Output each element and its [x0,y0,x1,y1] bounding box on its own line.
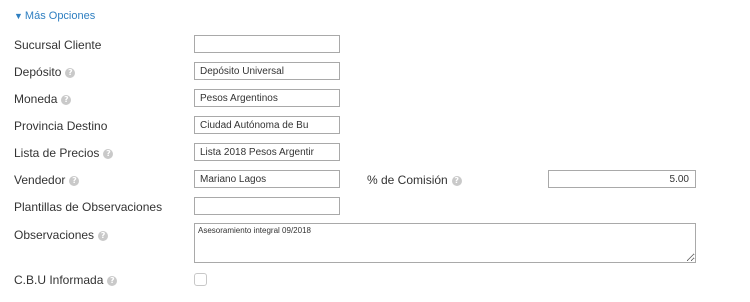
provincia-destino-label: Provincia Destino [14,119,108,133]
cbu-informada-label: C.B.U Informada? [14,273,118,287]
row-deposito: Depósito? [0,62,750,84]
help-icon[interactable]: ? [107,275,118,286]
row-observaciones: Observaciones? Asesoramiento integral 09… [0,223,750,265]
cbu-informada-checkbox[interactable] [194,273,207,286]
help-icon[interactable]: ? [65,67,76,78]
sucursal-cliente-input[interactable] [194,35,340,53]
row-lista-precios: Lista de Precios? [0,143,750,165]
deposito-label: Depósito? [14,65,76,79]
row-cbu-informada: C.B.U Informada? [0,270,750,292]
row-plantillas-observaciones: Plantillas de Observaciones [0,197,750,219]
row-provincia-destino: Provincia Destino [0,116,750,138]
sucursal-cliente-label: Sucursal Cliente [14,38,102,52]
help-icon[interactable]: ? [61,94,72,105]
provincia-destino-input[interactable] [194,116,340,134]
moneda-input[interactable] [194,89,340,107]
comision-label: % de Comisión? [367,173,462,187]
more-options-label: Más Opciones [24,10,96,22]
help-icon[interactable]: ? [69,175,80,186]
row-moneda: Moneda? [0,89,750,111]
row-vendedor: Vendedor? % de Comisión? [0,170,750,192]
lista-precios-input[interactable] [194,143,340,161]
observaciones-textarea[interactable]: Asesoramiento integral 09/2018 [194,223,696,263]
triangle-down-icon: ▼ [14,10,23,21]
plantillas-observaciones-input[interactable] [194,197,340,215]
moneda-label: Moneda? [14,92,72,106]
vendedor-input[interactable] [194,170,340,188]
help-icon[interactable]: ? [451,175,462,186]
help-icon[interactable]: ? [98,230,109,241]
lista-precios-label: Lista de Precios? [14,146,114,160]
comision-input[interactable] [548,170,696,188]
more-options-toggle[interactable]: ▼ Más Opciones [14,10,95,22]
deposito-input[interactable] [194,62,340,80]
vendedor-label: Vendedor? [14,173,80,187]
row-sucursal-cliente: Sucursal Cliente [0,35,750,57]
plantillas-observaciones-label: Plantillas de Observaciones [14,200,163,214]
help-icon[interactable]: ? [103,148,114,159]
observaciones-label: Observaciones? [14,228,109,242]
